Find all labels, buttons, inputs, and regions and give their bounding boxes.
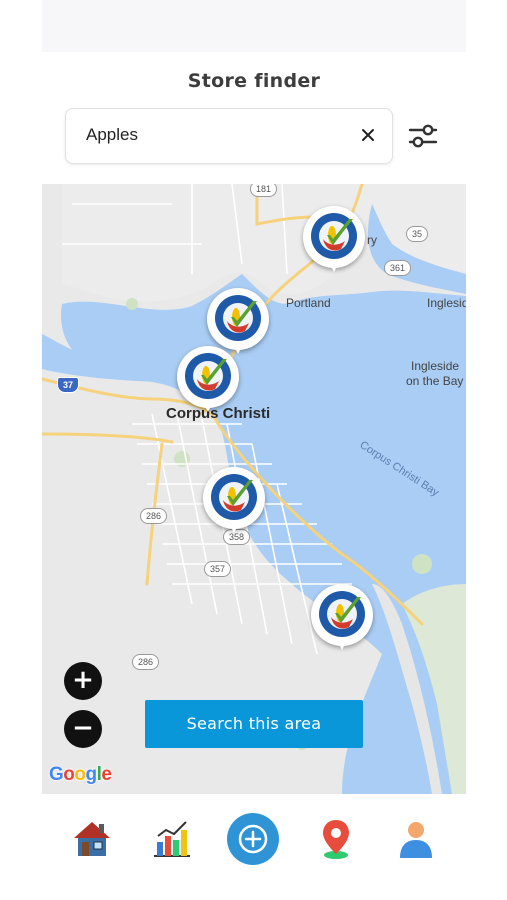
road-shield: 286 — [140, 508, 168, 524]
app-screen: Store finder Apples 181 35 361 37 286 35… — [42, 0, 466, 900]
store-marker[interactable] — [203, 467, 265, 539]
bottom-tab-bar — [42, 794, 466, 900]
interstate-shield: 37 — [57, 377, 80, 393]
road-shield: 181 — [250, 184, 278, 197]
certified-quality-foods-logo — [211, 474, 257, 520]
town-label: on the Bay — [406, 374, 464, 388]
certified-quality-foods-logo — [215, 295, 261, 341]
store-marker[interactable] — [177, 346, 239, 418]
home-icon[interactable] — [70, 816, 114, 860]
town-label: ry — [367, 233, 377, 247]
status-bar — [42, 0, 466, 52]
store-marker[interactable] — [303, 206, 365, 278]
page-title: Store finder — [187, 70, 321, 92]
search-input[interactable]: Apples — [65, 108, 393, 164]
road-shield: 357 — [204, 561, 232, 577]
user-profile-icon[interactable] — [394, 816, 438, 860]
bar-chart-icon[interactable] — [150, 816, 194, 860]
certified-quality-foods-logo — [319, 591, 365, 637]
store-marker[interactable] — [311, 584, 373, 656]
road-shield: 286 — [132, 654, 160, 670]
google-attribution: Google — [49, 764, 112, 785]
search-this-area-button[interactable]: Search this area — [145, 700, 363, 748]
add-circle-icon[interactable] — [226, 812, 280, 866]
map-view[interactable]: 181 35 361 37 286 358 357 286 Corpus Chr… — [42, 184, 466, 794]
search-input-value: Apples — [86, 125, 138, 144]
close-icon[interactable] — [358, 125, 378, 145]
filter-sliders-icon[interactable] — [408, 122, 438, 150]
road-shield: 361 — [384, 260, 412, 276]
road-shield: 35 — [406, 226, 429, 242]
zoom-in-button[interactable]: + — [64, 662, 102, 700]
town-label: Ingleside — [411, 359, 460, 373]
certified-quality-foods-logo — [311, 213, 357, 259]
certified-quality-foods-logo — [185, 353, 231, 399]
location-pin-icon[interactable] — [314, 816, 358, 860]
zoom-out-button[interactable]: − — [64, 710, 102, 748]
town-label: Portland — [286, 296, 331, 310]
town-label: Ingleside — [427, 296, 466, 310]
